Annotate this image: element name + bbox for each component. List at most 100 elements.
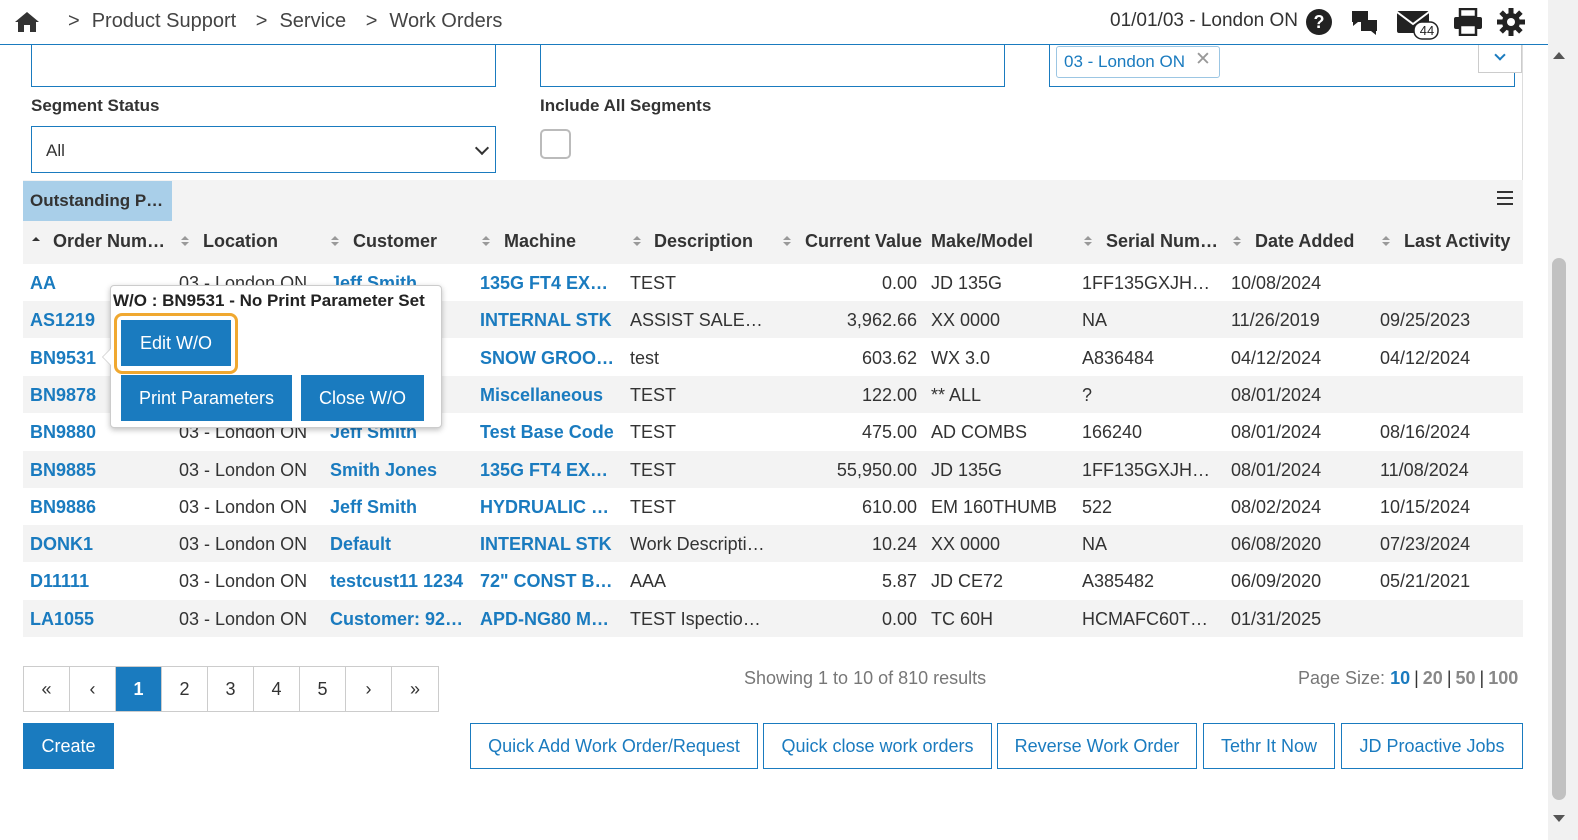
- cell-machine[interactable]: Miscellaneous: [480, 385, 603, 406]
- next-page-button[interactable]: ›: [346, 667, 392, 711]
- cell-last: 11/08/2024: [1380, 459, 1469, 480]
- create-button[interactable]: Create: [23, 723, 114, 769]
- cell-order[interactable]: AA: [30, 273, 56, 294]
- location-dropdown-button[interactable]: [1478, 45, 1522, 73]
- page-5-button[interactable]: 5: [300, 667, 346, 711]
- cell-order[interactable]: D11111: [30, 571, 89, 592]
- table-row[interactable]: BN9885 03 - London ON Smith Jones 135G FT4 …: [23, 450, 1523, 488]
- column-header-2[interactable]: Customer: [353, 231, 437, 252]
- cell-machine[interactable]: APD-NG80 M…: [480, 609, 609, 630]
- quick-add-work-order-button[interactable]: Quick Add Work Order/Request: [470, 723, 758, 769]
- tethr-it-now-button[interactable]: Tethr It Now: [1203, 723, 1335, 769]
- cell-machine[interactable]: Test Base Code: [480, 422, 614, 443]
- cell-machine[interactable]: 72" CONST B…: [480, 571, 613, 592]
- sort-icon[interactable]: [1083, 234, 1093, 248]
- cell-added: 11/26/2019: [1231, 310, 1320, 331]
- cell-make: XX 0000: [931, 534, 1001, 555]
- jd-proactive-jobs-button[interactable]: JD Proactive Jobs: [1341, 723, 1523, 769]
- cell-order[interactable]: BN9878: [30, 385, 96, 406]
- table-row[interactable]: D11111 03 - London ON testcust11 1234 72" C…: [23, 562, 1523, 600]
- scrollbar-thumb[interactable]: [1552, 258, 1566, 800]
- cell-customer[interactable]: Smith Jones: [330, 460, 437, 481]
- table-row[interactable]: BN9886 03 - London ON Jeff Smith HYDRUALIC …: [23, 487, 1523, 525]
- column-header-8[interactable]: Date Added: [1255, 231, 1354, 252]
- cell-serial: A836484: [1082, 347, 1155, 368]
- cell-customer[interactable]: Jeff Smith: [330, 497, 417, 518]
- table-row[interactable]: LA1055 03 - London ON Customer: 92… APD-NG8…: [23, 599, 1523, 637]
- column-header-5[interactable]: Current Value: [805, 231, 922, 252]
- cell-order[interactable]: BN9885: [30, 460, 96, 481]
- first-page-button[interactable]: «: [24, 667, 70, 711]
- cell-description: test: [630, 347, 660, 368]
- column-header-3[interactable]: Machine: [504, 231, 576, 252]
- cell-machine[interactable]: HYDRUALIC …: [480, 497, 609, 518]
- cell-customer[interactable]: Customer: 92…: [330, 609, 463, 630]
- remove-tag-icon[interactable]: ✕: [1195, 48, 1211, 71]
- print-icon[interactable]: [1453, 8, 1483, 36]
- cell-order[interactable]: BN9531: [30, 348, 96, 369]
- cell-customer[interactable]: testcust11 1234: [330, 571, 463, 592]
- print-parameters-button[interactable]: Print Parameters: [121, 375, 292, 421]
- cell-serial: 1FF135GXJH…: [1082, 273, 1211, 293]
- edit-wo-button[interactable]: Edit W/O: [121, 320, 231, 366]
- cell-order[interactable]: BN9880: [30, 422, 96, 443]
- page-size-20[interactable]: 20: [1423, 668, 1443, 688]
- scroll-up-icon[interactable]: [1553, 52, 1565, 59]
- column-header-4[interactable]: Description: [654, 231, 753, 252]
- cell-machine[interactable]: INTERNAL STK: [480, 310, 612, 331]
- reverse-work-order-button[interactable]: Reverse Work Order: [997, 723, 1197, 769]
- page-size-10[interactable]: 10: [1390, 668, 1410, 688]
- table-row[interactable]: DONK1 03 - London ON Default INTERNAL STK Wo…: [23, 525, 1523, 563]
- sort-icon[interactable]: [481, 234, 491, 248]
- cell-last: 05/21/2021: [1380, 571, 1471, 592]
- vertical-scrollbar[interactable]: [1548, 0, 1578, 840]
- sort-icon[interactable]: [632, 234, 642, 248]
- segment-status-select[interactable]: All: [31, 126, 496, 173]
- page-size-100[interactable]: 100: [1488, 668, 1518, 688]
- page-2-button[interactable]: 2: [162, 667, 208, 711]
- quick-close-work-orders-button[interactable]: Quick close work orders: [763, 723, 992, 769]
- cell-order[interactable]: LA1055: [30, 609, 94, 630]
- sort-asc-icon[interactable]: [31, 234, 41, 248]
- column-header-6[interactable]: Make/Model: [931, 231, 1033, 252]
- top-bar: > Product Support > Service > Work Orders 0…: [0, 0, 1548, 45]
- branch-date-label[interactable]: 01/01/03 - London ON: [1110, 10, 1298, 32]
- cell-machine[interactable]: 135G FT4 EX…: [480, 273, 608, 294]
- sort-icon[interactable]: [1232, 234, 1242, 248]
- column-header-0[interactable]: Order Num…: [53, 231, 165, 252]
- column-header-9[interactable]: Last Activity: [1404, 231, 1510, 252]
- column-header-7[interactable]: Serial Num…: [1106, 231, 1218, 252]
- cell-machine[interactable]: INTERNAL STK: [480, 534, 612, 555]
- cell-machine[interactable]: SNOW GROO…: [480, 348, 614, 369]
- page-4-button[interactable]: 4: [254, 667, 300, 711]
- scroll-down-icon[interactable]: [1553, 815, 1565, 822]
- column-header-1[interactable]: Location: [203, 231, 278, 252]
- sort-icon[interactable]: [1381, 234, 1391, 248]
- page-1-button[interactable]: 1: [116, 667, 162, 711]
- gear-icon[interactable]: [1497, 8, 1525, 36]
- breadcrumb-product-support[interactable]: Product Support: [92, 10, 237, 32]
- breadcrumb-service[interactable]: Service: [279, 10, 346, 32]
- prev-page-button[interactable]: ‹: [70, 667, 116, 711]
- sort-icon[interactable]: [782, 234, 792, 248]
- filter-field-1[interactable]: [31, 45, 496, 87]
- page-size-50[interactable]: 50: [1456, 668, 1476, 688]
- last-page-button[interactable]: »: [392, 667, 438, 711]
- close-wo-button[interactable]: Close W/O: [301, 375, 424, 421]
- include-all-segments-checkbox[interactable]: [540, 129, 571, 159]
- sort-icon[interactable]: [180, 234, 190, 248]
- cell-serial: A385482: [1082, 571, 1155, 592]
- cell-order[interactable]: DONK1: [30, 534, 93, 555]
- page-3-button[interactable]: 3: [208, 667, 254, 711]
- help-icon[interactable]: ?: [1305, 8, 1333, 36]
- cell-customer[interactable]: Default: [330, 534, 391, 555]
- cell-machine[interactable]: 135G FT4 EX…: [480, 460, 608, 481]
- grid-menu-icon[interactable]: [1497, 191, 1513, 209]
- chat-icon[interactable]: [1350, 8, 1380, 36]
- filter-field-2[interactable]: [540, 45, 1005, 87]
- sort-icon[interactable]: [330, 234, 340, 248]
- cell-last: 08/16/2024: [1380, 422, 1471, 443]
- cell-order[interactable]: BN9886: [30, 497, 96, 518]
- cell-order[interactable]: AS1219: [30, 310, 95, 331]
- home-icon[interactable]: [14, 10, 40, 34]
